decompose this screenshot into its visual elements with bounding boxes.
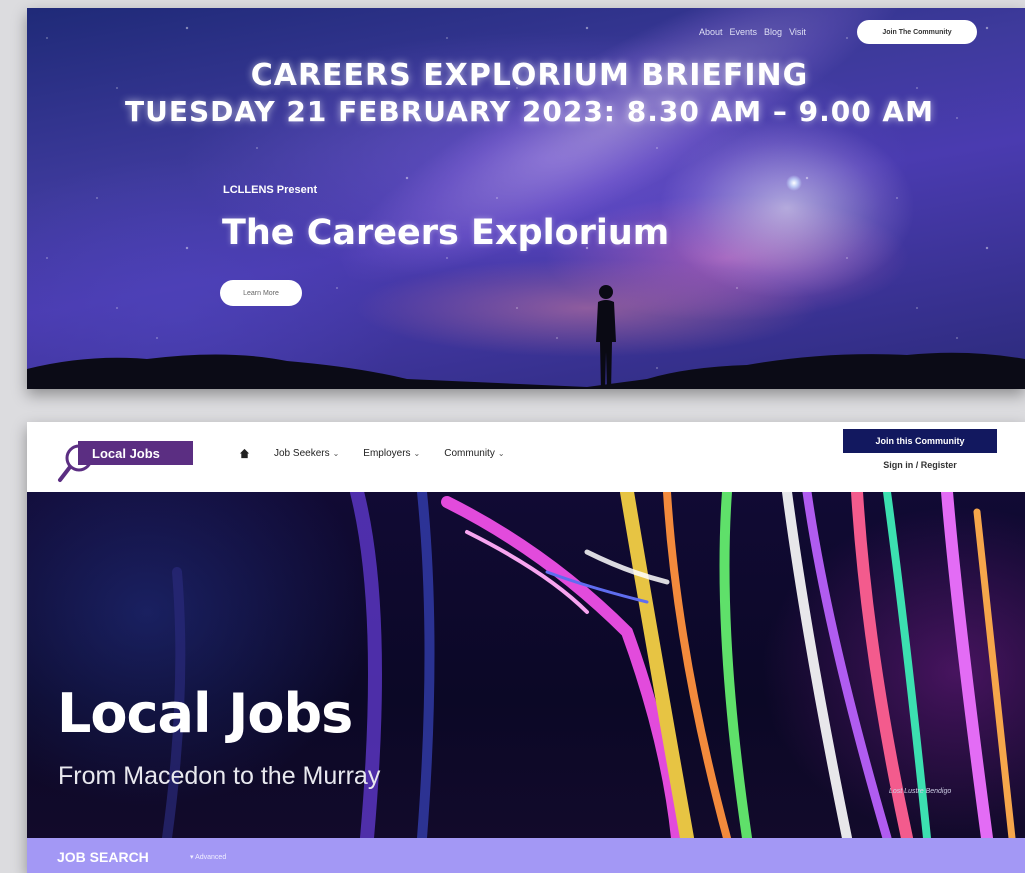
local-jobs-site: Local Jobs Job Seekers ⌄ Employers ⌄ Com… bbox=[27, 422, 1025, 873]
briefing-heading: CAREERS EXPLORIUM BRIEFING TUESDAY 21 FE… bbox=[27, 58, 1025, 130]
nav-link-events[interactable]: Events bbox=[730, 27, 758, 37]
banner-top-nav: About Events Blog Visit bbox=[699, 27, 806, 37]
nav-link-blog[interactable]: Blog bbox=[764, 27, 782, 37]
magnifier-icon bbox=[58, 444, 93, 482]
nav-link-about[interactable]: About bbox=[699, 27, 723, 37]
chevron-down-icon: ⌄ bbox=[497, 449, 505, 458]
chevron-down-icon: ⌄ bbox=[332, 449, 340, 458]
nav-employers[interactable]: Employers ⌄ bbox=[363, 448, 420, 459]
learn-more-button[interactable]: Learn More bbox=[220, 280, 302, 306]
hero-title: Local Jobs bbox=[57, 682, 353, 745]
job-search-bar[interactable]: JOB SEARCH ▾ Advanced bbox=[27, 838, 1025, 873]
hero-subtitle: From Macedon to the Murray bbox=[58, 762, 381, 790]
logo-text: Local Jobs bbox=[92, 445, 160, 461]
job-search-label: JOB SEARCH bbox=[57, 849, 149, 865]
event-title: The Careers Explorium bbox=[222, 213, 670, 253]
chevron-down-icon: ⌄ bbox=[413, 449, 421, 458]
join-the-community-button[interactable]: Join The Community bbox=[857, 20, 977, 44]
bright-star bbox=[786, 175, 802, 191]
nav-job-seekers[interactable]: Job Seekers ⌄ bbox=[274, 448, 339, 459]
home-icon[interactable] bbox=[239, 448, 250, 459]
nav-link-visit[interactable]: Visit bbox=[789, 27, 806, 37]
nav-community[interactable]: Community ⌄ bbox=[444, 448, 504, 459]
nav-job-seekers-label: Job Seekers bbox=[274, 448, 330, 459]
advanced-search-toggle[interactable]: ▾ Advanced bbox=[190, 853, 226, 861]
main-nav: Job Seekers ⌄ Employers ⌄ Community ⌄ bbox=[239, 448, 505, 459]
join-community-button[interactable]: Join this Community bbox=[843, 429, 997, 453]
nav-employers-label: Employers bbox=[363, 448, 411, 459]
signin-register-link[interactable]: Sign in / Register bbox=[843, 460, 997, 470]
presenter-label: LCLLENS Present bbox=[223, 184, 318, 196]
briefing-title-line: CAREERS EXPLORIUM BRIEFING bbox=[250, 58, 809, 93]
photo-credit: Lost Lustre Bendigo bbox=[889, 788, 952, 795]
hero-section: Local Jobs From Macedon to the Murray Lo… bbox=[27, 492, 1025, 838]
careers-explorium-banner: About Events Blog Visit Join The Communi… bbox=[27, 8, 1025, 389]
briefing-date-line: TUESDAY 21 FEBRUARY 2023: 8.30 AM – 9.00… bbox=[125, 95, 934, 128]
nav-community-label: Community bbox=[444, 448, 495, 459]
site-header: Local Jobs Job Seekers ⌄ Employers ⌄ Com… bbox=[27, 422, 1025, 492]
mountain-silhouette bbox=[27, 352, 1025, 389]
